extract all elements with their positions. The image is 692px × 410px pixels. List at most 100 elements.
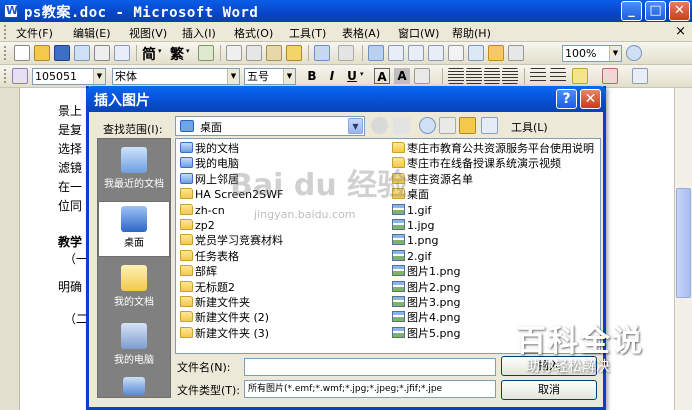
file-item[interactable]: 无标题2 xyxy=(180,280,235,295)
align-center-icon[interactable] xyxy=(466,68,482,84)
file-item[interactable]: 2.gif xyxy=(392,249,431,264)
highlight-icon[interactable] xyxy=(572,68,588,84)
underline-button[interactable]: U xyxy=(344,68,360,84)
zoom-dropdown-icon[interactable]: ▼ xyxy=(609,46,621,61)
phonetic-guide-icon[interactable] xyxy=(632,68,648,84)
file-item[interactable]: 1.jpg xyxy=(392,218,435,233)
file-item[interactable]: 图片5.png xyxy=(392,326,460,341)
simplified-chinese-button[interactable]: 简 xyxy=(142,44,156,64)
file-item[interactable]: 新建文件夹 (2) xyxy=(180,310,269,325)
menu-tools[interactable]: 工具(T) xyxy=(289,25,326,41)
filetype-select[interactable]: 所有图片(*.emf;*.wmf;*.jpg;*.jpeg;*.jfif;*.j… xyxy=(244,380,496,398)
file-item[interactable]: 新建文件夹 (3) xyxy=(180,326,269,341)
file-item[interactable]: 图片4.png xyxy=(392,310,460,325)
tables-borders-icon[interactable] xyxy=(388,45,404,61)
save-icon[interactable] xyxy=(54,45,70,61)
document-map-icon[interactable] xyxy=(488,45,504,61)
minimize-button[interactable]: _ xyxy=(621,1,642,21)
menu-view[interactable]: 视图(V) xyxy=(129,25,167,41)
menu-help[interactable]: 帮助(H) xyxy=(452,25,491,41)
hyperlink-icon[interactable] xyxy=(368,45,384,61)
font-dropdown-icon[interactable]: ▼ xyxy=(227,69,239,84)
file-item[interactable]: 1.png xyxy=(392,233,438,248)
place-desktop[interactable]: 桌面 xyxy=(98,201,170,257)
close-window-button[interactable]: ✕ xyxy=(669,1,690,21)
numbering-icon[interactable] xyxy=(530,68,546,84)
simplified-dropdown-icon[interactable]: ▾ xyxy=(158,47,162,55)
file-item[interactable]: 任务表格 xyxy=(180,249,239,264)
style-dropdown-icon[interactable]: ▼ xyxy=(93,69,105,84)
file-item[interactable]: 图片2.png xyxy=(392,280,460,295)
bullets-icon[interactable] xyxy=(550,68,566,84)
spelling-check-icon[interactable] xyxy=(198,45,214,61)
menu-table[interactable]: 表格(A) xyxy=(342,25,380,41)
search-web-icon[interactable] xyxy=(419,117,436,134)
toolbar-grip[interactable] xyxy=(4,46,7,60)
file-item[interactable]: 枣庄市在线备授课系统演示视频 xyxy=(392,156,561,171)
font-size-dropdown-icon[interactable]: ▼ xyxy=(283,69,295,84)
filename-input[interactable] xyxy=(244,358,496,376)
paste-icon[interactable] xyxy=(266,45,282,61)
menu-file[interactable]: 文件(F) xyxy=(16,25,53,41)
print-preview-icon[interactable] xyxy=(114,45,130,61)
maximize-button[interactable]: □ xyxy=(645,1,666,21)
menu-format[interactable]: 格式(O) xyxy=(234,25,273,41)
align-left-icon[interactable] xyxy=(448,68,464,84)
back-icon[interactable] xyxy=(371,117,388,134)
permission-icon[interactable] xyxy=(74,45,90,61)
new-folder-icon[interactable] xyxy=(459,117,476,134)
style-combo[interactable]: 105051 ▼ xyxy=(32,68,106,85)
help-icon[interactable] xyxy=(626,45,642,61)
file-item[interactable]: 党员学习竞赛材料 xyxy=(180,233,283,248)
copy-icon[interactable] xyxy=(246,45,262,61)
scrollbar-thumb[interactable] xyxy=(676,188,691,298)
delete-icon[interactable] xyxy=(439,117,456,134)
open-folder-icon[interactable] xyxy=(34,45,50,61)
place-recent[interactable]: 我最近的文档 xyxy=(98,143,170,199)
columns-icon[interactable] xyxy=(448,45,464,61)
font-size-combo[interactable]: 五号 ▼ xyxy=(244,68,296,85)
underline-dropdown-icon[interactable]: ▾ xyxy=(360,70,364,78)
font-combo[interactable]: 宋体 ▼ xyxy=(112,68,240,85)
insert-excel-icon[interactable] xyxy=(428,45,444,61)
file-item[interactable]: 新建文件夹 xyxy=(180,295,250,310)
italic-button[interactable]: I xyxy=(324,68,340,84)
redo-icon[interactable] xyxy=(338,45,354,61)
file-item[interactable]: 我的文档 xyxy=(180,141,239,156)
menu-insert[interactable]: 插入(I) xyxy=(182,25,216,41)
lookin-dropdown-icon[interactable]: ▼ xyxy=(348,118,363,134)
character-shading-button[interactable]: A xyxy=(394,68,410,84)
dialog-title-bar[interactable]: 插入图片 ? ✕ xyxy=(86,86,606,112)
traditional-chinese-button[interactable]: 繁 xyxy=(170,44,184,64)
file-item[interactable]: 图片1.png xyxy=(392,264,460,279)
styles-pane-icon[interactable] xyxy=(12,68,28,84)
file-item[interactable]: zp2 xyxy=(180,218,215,233)
format-toolbar-grip[interactable] xyxy=(4,69,7,83)
place-network[interactable] xyxy=(98,375,170,397)
close-document-icon[interactable]: × xyxy=(675,24,686,39)
vertical-ruler[interactable] xyxy=(0,88,20,410)
traditional-dropdown-icon[interactable]: ▾ xyxy=(186,47,190,55)
menubar-grip[interactable] xyxy=(4,25,7,39)
new-document-icon[interactable] xyxy=(14,45,30,61)
place-my-computer[interactable]: 我的电脑 xyxy=(98,319,170,375)
drawing-icon[interactable] xyxy=(468,45,484,61)
menu-edit[interactable]: 编辑(E) xyxy=(73,25,111,41)
format-painter-icon[interactable] xyxy=(286,45,302,61)
align-right-icon[interactable] xyxy=(484,68,500,84)
file-item[interactable]: zh-cn xyxy=(180,203,225,218)
zoom-combo[interactable]: 100% ▼ xyxy=(562,45,622,62)
justify-icon[interactable] xyxy=(502,68,518,84)
bold-button[interactable]: B xyxy=(304,68,320,84)
font-color-icon[interactable] xyxy=(602,68,618,84)
views-icon[interactable] xyxy=(481,117,498,134)
menu-window[interactable]: 窗口(W) xyxy=(398,25,439,41)
up-folder-icon[interactable] xyxy=(393,117,410,134)
tools-menu[interactable]: 工具(L) xyxy=(511,119,548,135)
file-item[interactable]: 图片3.png xyxy=(392,295,460,310)
dialog-help-button[interactable]: ? xyxy=(556,89,577,109)
file-item[interactable]: 部辉 xyxy=(180,264,217,279)
word-app-icon[interactable] xyxy=(4,4,18,18)
word-title-bar[interactable]: ps教案.doc - Microsoft Word _ □ ✕ xyxy=(0,0,692,22)
insert-table-icon[interactable] xyxy=(408,45,424,61)
